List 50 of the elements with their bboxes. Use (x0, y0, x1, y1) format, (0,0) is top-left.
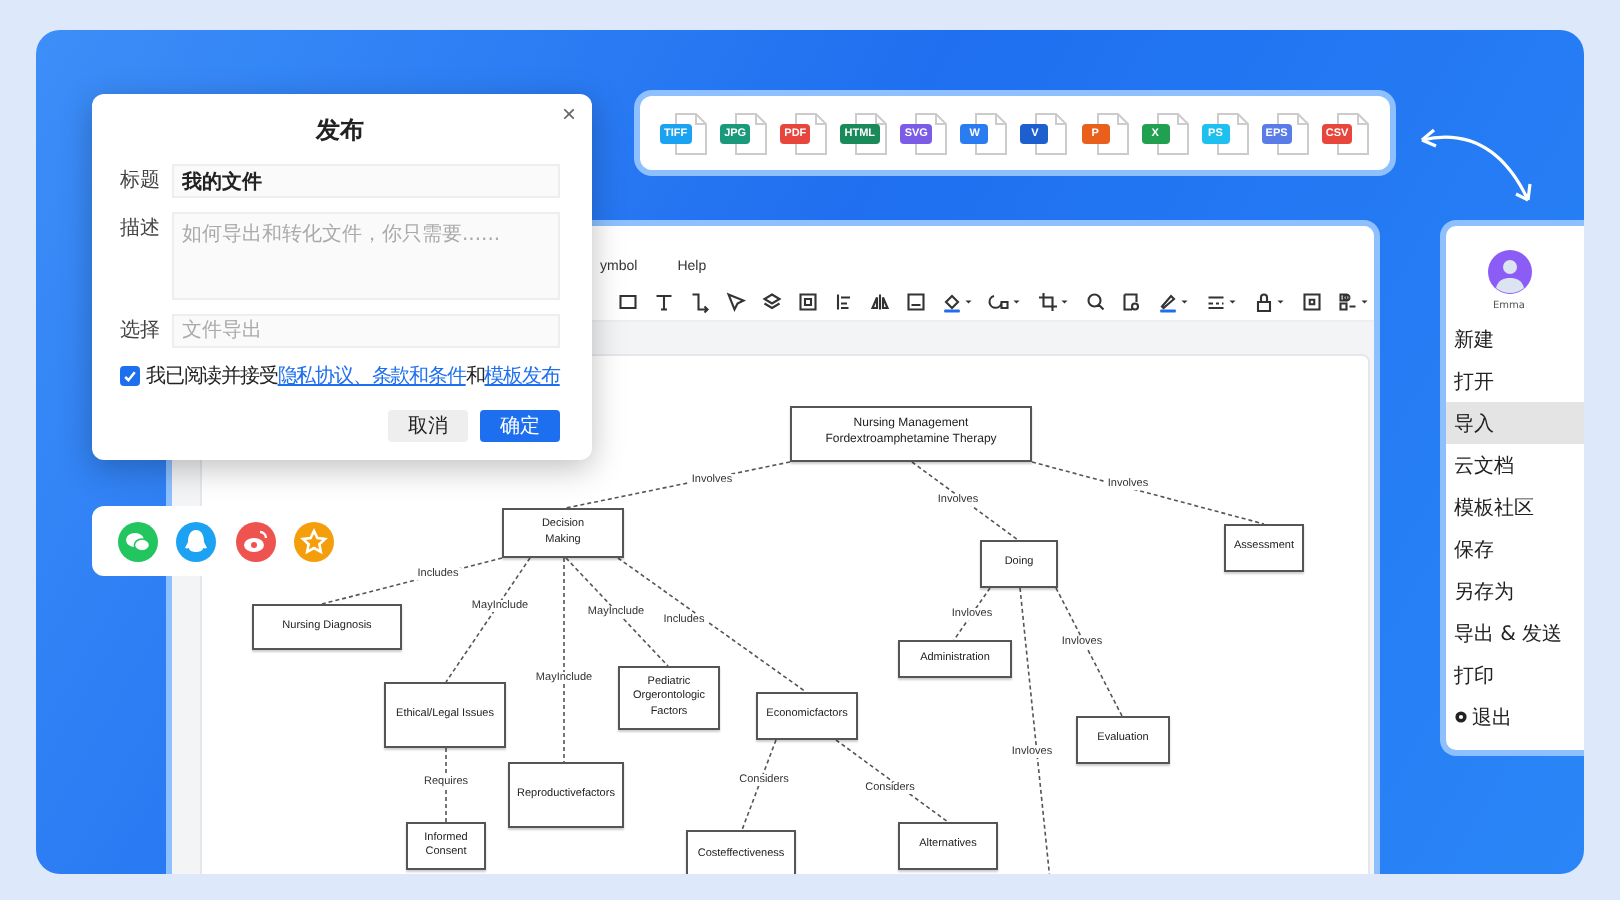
connector-line (445, 747, 447, 823)
field-label: 标题 (120, 167, 162, 196)
lock-icon[interactable] (1252, 290, 1288, 314)
field-label: 描述 (120, 215, 162, 244)
find-replace-icon[interactable] (1120, 290, 1144, 314)
shape-icon[interactable] (988, 290, 1024, 314)
menu-item[interactable]: 退出 (1446, 696, 1584, 738)
input-field[interactable]: 文件导出 (172, 314, 560, 348)
text-tool-icon[interactable] (652, 290, 676, 314)
pen-icon[interactable] (724, 290, 748, 314)
menu-item[interactable]: 云文档 (1446, 444, 1584, 486)
privacy-link[interactable]: 隐私协议、条款和条件 (277, 366, 466, 388)
line-style-icon[interactable] (1204, 290, 1240, 314)
more-tools-icon[interactable] (1336, 290, 1372, 314)
template-link[interactable]: 模板发布 (484, 366, 560, 388)
penguin-icon[interactable] (176, 521, 217, 561)
connector-line (953, 587, 991, 641)
menu-item[interactable]: 导出 & 发送 (1446, 612, 1584, 654)
field-label: 选择 (120, 317, 162, 346)
menu-item[interactable]: 另存为 (1446, 570, 1584, 612)
menu-item[interactable]: 模板社区 (1446, 486, 1584, 528)
menu-item[interactable]: 导入 (1446, 402, 1584, 444)
fill-bucket-icon[interactable] (940, 290, 976, 314)
menu-item[interactable]: 保存 (1446, 528, 1584, 570)
input-field[interactable]: 我的文件 (172, 164, 560, 198)
connector-line (911, 461, 1019, 541)
menu-item[interactable]: 打开 (1446, 360, 1584, 402)
layers-icon[interactable] (760, 290, 784, 314)
description-field[interactable]: 如何导出和转化文件，你只需要...... (172, 212, 560, 300)
crop-icon[interactable] (1036, 290, 1072, 314)
connector-line (835, 739, 949, 823)
rectangle-icon[interactable] (616, 290, 640, 314)
dialog-title: 发布 (313, 114, 366, 148)
menu-item[interactable]: 打印 (1446, 654, 1584, 696)
avatar-icon[interactable] (1487, 250, 1531, 294)
connector-icon[interactable] (688, 290, 712, 314)
consent-text: 我已阅读并接受隐私协议、条款和条件和模板发布 (146, 363, 560, 390)
frame-icon[interactable] (904, 290, 928, 314)
connector-line (1055, 587, 1123, 717)
close-button[interactable]: × (557, 102, 580, 126)
swirl-icon[interactable] (235, 521, 276, 561)
group-select-icon[interactable] (796, 290, 820, 314)
checkbox[interactable] (120, 366, 140, 386)
cancel-button[interactable]: 取消 (388, 410, 468, 442)
mirror-icon[interactable] (868, 290, 892, 314)
search-icon[interactable] (1084, 290, 1108, 314)
line-color-icon[interactable] (1156, 290, 1192, 314)
menu-item[interactable]: 新建 (1446, 318, 1584, 360)
confirm-button[interactable]: 确定 (480, 410, 560, 442)
align-left-icon[interactable] (832, 290, 856, 314)
